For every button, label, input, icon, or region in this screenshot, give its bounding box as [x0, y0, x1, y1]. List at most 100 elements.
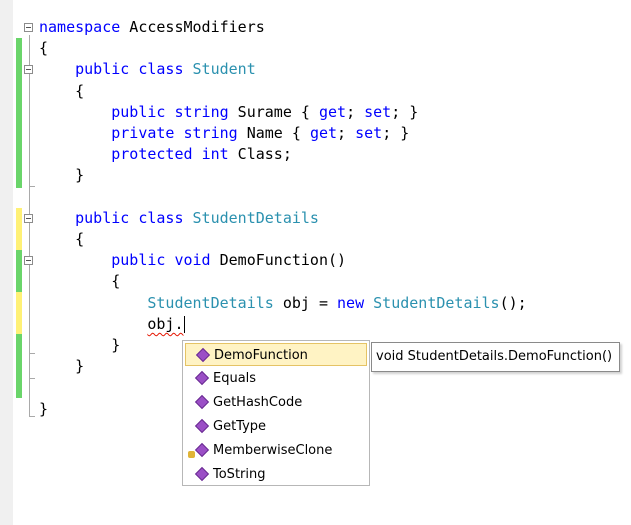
code-line[interactable]: obj. [39, 314, 183, 335]
outline-guide-end [29, 416, 35, 417]
code-line[interactable]: } [39, 356, 84, 377]
outline-guide-end [29, 353, 35, 354]
keyword-token: public [75, 60, 130, 79]
outline-guide [29, 35, 30, 416]
method-icon [194, 394, 210, 410]
code-token: } [39, 336, 121, 354]
code-line[interactable]: { [39, 81, 84, 102]
outline-guide-end [29, 186, 35, 187]
code-token: ; [337, 124, 356, 142]
code-line[interactable]: protected int Class; [39, 144, 292, 165]
keyword-token: protected [111, 145, 193, 164]
text-caret [184, 316, 185, 333]
method-icon [194, 466, 210, 482]
code-token: { [39, 230, 85, 248]
code-token: DemoFunction() [210, 251, 347, 270]
code-line[interactable]: StudentDetails obj = new StudentDetails(… [39, 293, 527, 314]
code-line[interactable]: public void DemoFunction() [39, 250, 346, 271]
code-token: } [39, 166, 85, 185]
code-token: Surame { [228, 102, 319, 121]
code-line[interactable]: { [39, 229, 84, 250]
code-line[interactable]: public class StudentDetails [39, 208, 319, 229]
code-line[interactable]: } [39, 399, 48, 420]
protected-method-icon [194, 442, 210, 458]
change-marker-saved [16, 334, 22, 398]
editor-gutter [0, 0, 13, 525]
code-token: { [39, 272, 121, 291]
completion-item-demofunction[interactable]: DemoFunction [185, 343, 367, 366]
change-marker-unsaved [16, 208, 22, 250]
code-line[interactable]: { [39, 38, 48, 59]
keyword-token: get [318, 102, 347, 121]
code-line[interactable]: { [39, 271, 120, 292]
code-token: } [39, 399, 49, 418]
type-token: Student [192, 60, 256, 79]
keyword-token: get [309, 124, 338, 142]
code-token: Name { [237, 124, 310, 142]
type-token: StudentDetails [373, 293, 500, 312]
keyword-token: string [174, 102, 229, 121]
collapse-toggle-icon[interactable] [24, 256, 33, 265]
keyword-token: new [337, 293, 365, 312]
keyword-token: public [111, 251, 166, 270]
code-token: obj = [273, 293, 338, 312]
completion-item-memberwiseclone[interactable]: MemberwiseClone [185, 439, 367, 462]
change-marker-unsaved [16, 292, 22, 334]
code-line[interactable]: } [39, 165, 84, 186]
code-line[interactable]: } [39, 335, 120, 356]
type-token: StudentDetails [147, 293, 274, 312]
code-line[interactable]: public string Surame { get; set; } [39, 102, 418, 123]
completion-item-tostring[interactable]: ToString [185, 463, 367, 486]
method-icon [194, 370, 210, 386]
code-token: } [39, 357, 85, 376]
keyword-token: public [111, 102, 166, 121]
code-token: ; [346, 102, 365, 121]
code-token: { [39, 39, 49, 58]
code-line[interactable]: namespace AccessModifiers [39, 17, 265, 38]
method-icon [194, 418, 210, 434]
keyword-token: set [364, 102, 392, 121]
intellisense-completion-list[interactable]: DemoFunction Equals GetHashCode GetType … [182, 340, 370, 486]
lock-icon [188, 451, 195, 458]
completion-item-gethashcode[interactable]: GetHashCode [185, 391, 367, 414]
keyword-token: private [111, 124, 175, 142]
keyword-token: string [183, 124, 238, 142]
keyword-token: set [355, 124, 383, 142]
code-line[interactable]: public class Student [39, 59, 256, 80]
change-marker-saved [16, 38, 22, 188]
code-token: (); [499, 293, 527, 312]
code-token: ; } [391, 102, 419, 121]
completion-item-gettype[interactable]: GetType [185, 415, 367, 438]
collapse-toggle-icon[interactable] [24, 214, 33, 223]
outline-guide-end [29, 378, 35, 379]
keyword-token: namespace [39, 18, 121, 36]
method-icon [195, 347, 211, 363]
collapse-toggle-icon[interactable] [24, 23, 33, 32]
quick-info-tooltip: void StudentDetails.DemoFunction() [371, 342, 620, 372]
completion-item-equals[interactable]: Equals [185, 367, 367, 390]
keyword-token: class [138, 208, 184, 227]
code-line[interactable]: private string Name { get; set; } [39, 123, 409, 144]
keyword-token: int [201, 145, 229, 164]
keyword-token: void [174, 251, 211, 270]
change-marker-saved [16, 250, 22, 292]
code-token: Class; [228, 145, 292, 164]
keyword-token: public [75, 208, 130, 227]
type-token: StudentDetails [192, 208, 319, 227]
collapse-toggle-icon[interactable] [24, 65, 33, 74]
